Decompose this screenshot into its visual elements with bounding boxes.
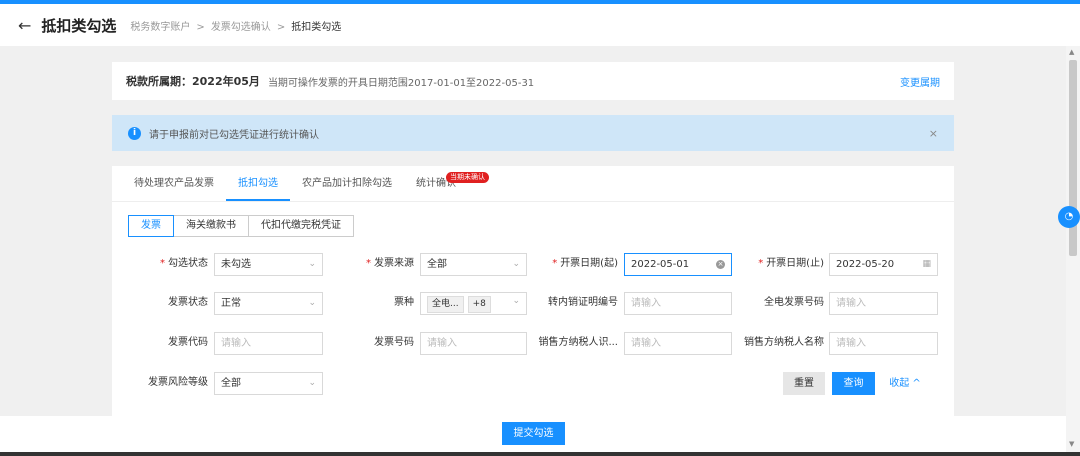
tab-deduct-select[interactable]: 抵扣勾选 — [226, 166, 290, 201]
fengxian-select[interactable]: 全部 ⌄ — [214, 372, 323, 395]
chevron-down-icon: ⌄ — [512, 296, 520, 306]
piaozhong-tag: 全电... — [427, 296, 464, 313]
collapse-button[interactable]: 收起 ^ — [885, 372, 925, 395]
fapiao-daima-label: 发票代码 — [168, 337, 208, 348]
scroll-up-icon[interactable]: ▲ — [1069, 48, 1074, 56]
tax-period-label: 税款所属期：2022年05月 — [126, 75, 260, 88]
submit-selection-button[interactable]: 提交勾选 — [502, 422, 565, 445]
scroll-down-icon[interactable]: ▼ — [1069, 440, 1074, 448]
chevron-down-icon: ⌄ — [308, 378, 316, 388]
info-alert: i 请于申报前对已勾选凭证进行统计确认 × — [112, 115, 954, 151]
chevron-down-icon: ⌄ — [308, 298, 316, 308]
tab-pending-agri[interactable]: 待处理农产品发票 — [122, 166, 226, 201]
kaipiao-end-input[interactable]: 2022-05-20 ▦ — [829, 253, 938, 276]
close-icon[interactable]: × — [929, 127, 938, 140]
zhuannei-input[interactable]: 请输入 — [624, 292, 732, 315]
vertical-scrollbar[interactable]: ▲ ▼ — [1066, 46, 1080, 452]
subtab-withholding[interactable]: 代扣代缴完税凭证 — [248, 215, 354, 237]
breadcrumb-separator: > — [196, 21, 205, 33]
alert-text: 请于申报前对已勾选凭证进行统计确认 — [149, 129, 319, 141]
fapiao-status-select[interactable]: 正常 ⌄ — [214, 292, 323, 315]
chevron-down-icon: ⌄ — [308, 259, 316, 269]
tab-bar: 待处理农产品发票 抵扣勾选 农产品加计扣除勾选 统计确认 当期未确认 — [112, 166, 954, 202]
back-arrow-icon[interactable]: ← — [18, 16, 31, 35]
unconfirmed-badge: 当期未确认 — [446, 172, 489, 183]
breadcrumb-item-current: 抵扣类勾选 — [291, 21, 342, 33]
xiaoshou-id-input[interactable]: 请输入 — [624, 332, 732, 355]
breadcrumb: 税务数字账户 > 发票勾选确认 > 抵扣类勾选 — [130, 18, 341, 33]
fengxian-label: 发票风险等级 — [148, 377, 208, 388]
xiaoshou-name-label: 销售方纳税人名称 — [744, 337, 824, 348]
info-icon: i — [128, 126, 141, 140]
tab-stat-confirm[interactable]: 统计确认 当期未确认 — [404, 166, 489, 201]
breadcrumb-item-confirm[interactable]: 发票勾选确认 — [211, 22, 271, 33]
piaozhong-more-tag: +8 — [467, 296, 491, 313]
change-period-link[interactable]: 变更属期 — [900, 74, 940, 89]
xiaoshou-id-label: 销售方纳税人识... — [538, 337, 618, 348]
fapiao-status-label: 发票状态 — [168, 297, 208, 308]
clear-icon: × — [716, 260, 725, 269]
breadcrumb-item-account[interactable]: 税务数字账户 — [130, 22, 190, 33]
subtab-customs[interactable]: 海关缴款书 — [173, 215, 249, 237]
kaipiao-start-input[interactable]: 2022-05-01 × — [624, 253, 732, 276]
gouxuan-status-label: * 勾选状态 — [160, 258, 208, 269]
tax-period-card: 税款所属期：2022年05月 当期可操作发票的开具日期范围2017-01-01至… — [112, 62, 954, 100]
quandian-hao-label: 全电发票号码 — [764, 297, 824, 308]
fapiao-daima-input[interactable]: 请输入 — [214, 332, 323, 355]
gouxuan-status-select[interactable]: 未勾选 ⌄ — [214, 253, 323, 276]
subtab-invoice[interactable]: 发票 — [128, 215, 174, 237]
breadcrumb-separator: > — [276, 21, 286, 33]
tab-agri-extra[interactable]: 农产品加计扣除勾选 — [290, 166, 404, 201]
chevron-down-icon: ⌄ — [512, 259, 520, 269]
fapiao-haoma-input[interactable]: 请输入 — [420, 332, 527, 355]
xiaoshou-name-input[interactable]: 请输入 — [829, 332, 938, 355]
kaipiao-end-label: * 开票日期(止) — [758, 258, 824, 269]
reset-button[interactable]: 重置 — [783, 372, 825, 395]
page-title: 抵扣类勾选 — [41, 16, 117, 35]
subtab-group: 发票 海关缴款书 代扣代缴完税凭证 — [128, 215, 354, 237]
page-header: ← 抵扣类勾选 税务数字账户 > 发票勾选确认 > 抵扣类勾选 — [0, 4, 1080, 46]
piaozhong-label: 票种 — [394, 297, 414, 308]
piaozhong-select[interactable]: 全电... +8 ⌄ — [420, 292, 527, 315]
kaipiao-start-label: * 开票日期(起) — [552, 258, 618, 269]
fapiao-haoma-label: 发票号码 — [374, 337, 414, 348]
quandian-hao-input[interactable]: 请输入 — [829, 292, 938, 315]
main-content: 税款所属期：2022年05月 当期可操作发票的开具日期范围2017-01-01至… — [0, 46, 1066, 416]
taskbar — [0, 452, 1080, 456]
fapiao-laiyuan-label: * 发票来源 — [366, 258, 414, 269]
query-button[interactable]: 查询 — [832, 372, 875, 395]
calendar-icon: ▦ — [922, 259, 931, 269]
zhuannei-label: 转内销证明编号 — [548, 297, 618, 308]
tax-period-desc: 当期可操作发票的开具日期范围2017-01-01至2022-05-31 — [267, 77, 535, 89]
headset-icon[interactable]: ◔ — [1058, 206, 1080, 228]
main-panel: 待处理农产品发票 抵扣勾选 农产品加计扣除勾选 统计确认 当期未确认 发票 海关… — [112, 166, 954, 416]
fapiao-laiyuan-select[interactable]: 全部 ⌄ — [420, 253, 527, 276]
